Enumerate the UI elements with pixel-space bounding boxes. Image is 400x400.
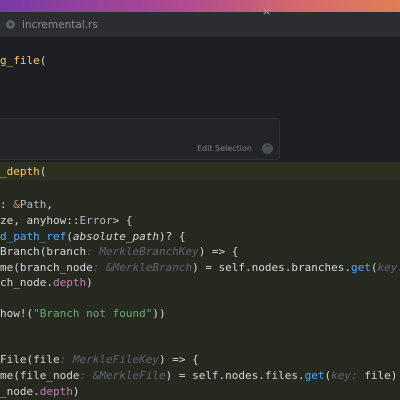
edit-selection-submit-button[interactable]: ⌃: [262, 143, 273, 154]
edit-selection-label: Edit Selection: [197, 144, 252, 153]
title-bar: [0, 0, 400, 12]
code-line: Branch(branch: MerkleBranchKey) => {: [0, 245, 239, 258]
tab-incremental-rs[interactable]: incremental.rs: [6, 12, 156, 38]
code-line: d_path_ref(absolute_path)? {: [0, 230, 186, 243]
code-line: _depth(: [0, 165, 47, 178]
code-line: _node.depth): [0, 385, 80, 398]
rust-file-icon: [6, 19, 15, 29]
tab-label: incremental.rs: [22, 19, 98, 31]
code-line: me(branch_node: &MerkleBranch) = self.no…: [0, 261, 400, 274]
inline-edit-panel[interactable]: [0, 118, 280, 160]
code-line: me(file_node: &MerkleFile) = self.nodes.…: [0, 369, 398, 382]
code-line: ze, anyhow::Error> {: [0, 214, 133, 227]
code-line: ch_node.depth): [0, 276, 93, 289]
tab-bar: incremental.rs: [0, 12, 400, 38]
code-line: File(file: MerkleFileKey) => {: [0, 353, 199, 366]
close-icon[interactable]: ×: [262, 6, 271, 17]
code-line: : &Path,: [0, 198, 53, 211]
code-line: g_file(: [0, 54, 47, 67]
editor-window: incremental.rs g_file( × Edit Selection …: [0, 0, 400, 400]
code-line: how!("Branch not found")): [0, 307, 166, 320]
editor-code-area-top[interactable]: [0, 38, 400, 118]
diff-first-line-highlight: [0, 162, 400, 180]
